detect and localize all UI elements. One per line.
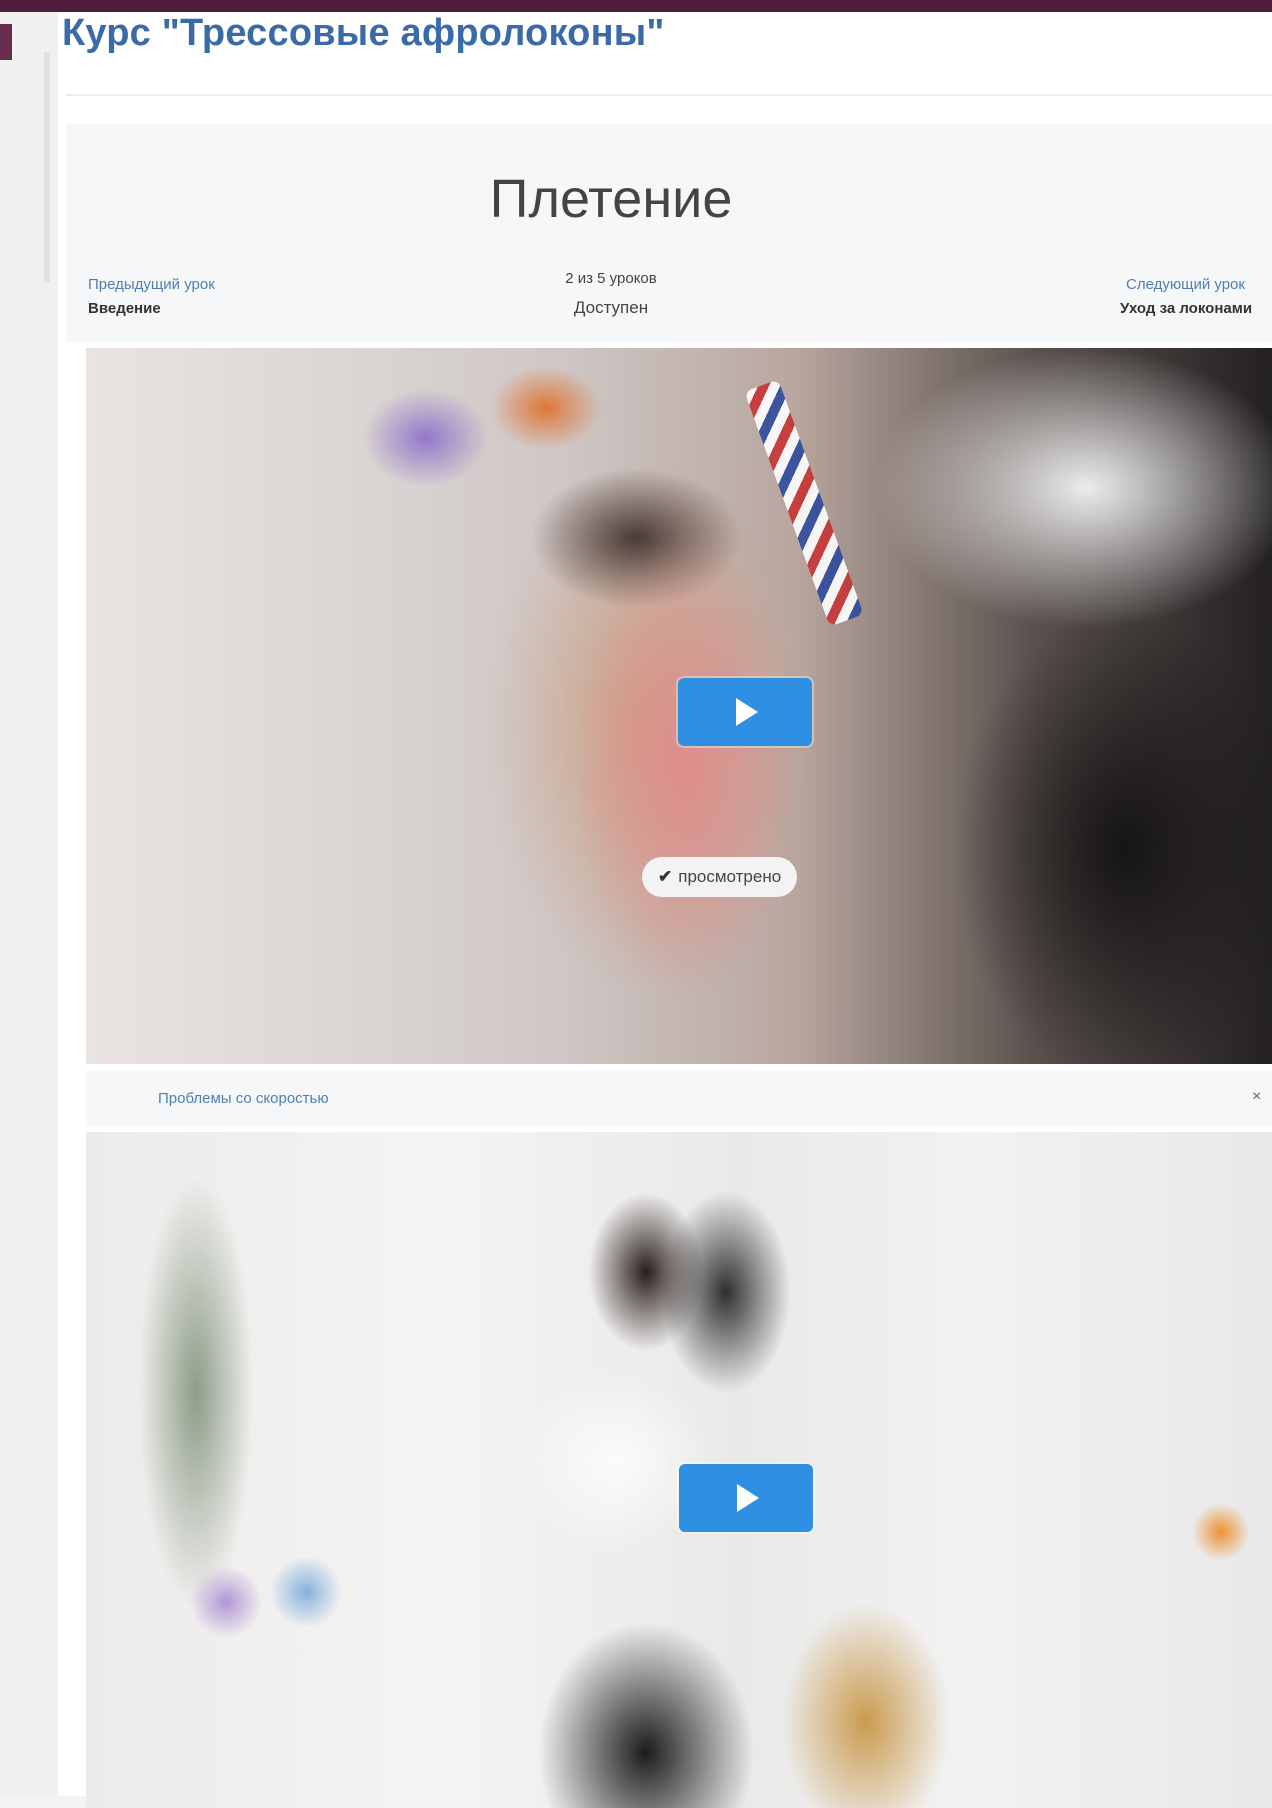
watched-label: просмотрено	[678, 867, 782, 886]
video-player-1[interactable]: ✔ просмотрено	[86, 348, 1272, 1064]
speed-problems-link[interactable]: Проблемы со скоростью	[158, 1090, 329, 1107]
next-lesson-name[interactable]: Уход за локонами	[1120, 300, 1252, 317]
lesson-counter: 2 из 5 уроков	[565, 270, 657, 287]
video-thumbnail-detail	[744, 379, 864, 627]
prev-lesson-link[interactable]: Предыдущий урок	[88, 276, 215, 293]
lesson-header-panel: Плетение Предыдущий урок Введение 2 из 5…	[66, 124, 1272, 342]
left-rail-accent	[0, 24, 12, 60]
play-button-1[interactable]	[678, 678, 812, 746]
lesson-title: Плетение	[489, 169, 733, 229]
play-icon	[737, 1484, 759, 1512]
watched-badge: ✔ просмотрено	[642, 857, 798, 897]
title-divider	[66, 94, 1272, 96]
next-lesson-link[interactable]: Следующий урок	[1126, 276, 1245, 293]
lesson-page: Курс "Трессовые афролоконы" Плетение Пре…	[58, 12, 1272, 1808]
check-icon: ✔	[658, 867, 673, 886]
left-rail-scroll-edge	[44, 52, 50, 282]
course-title: Курс "Трессовые афролоконы"	[62, 12, 665, 54]
prev-lesson-name[interactable]: Введение	[88, 300, 161, 317]
close-icon[interactable]: ×	[1252, 1088, 1261, 1106]
speed-problems-bar: Проблемы со скоростью ×	[86, 1070, 1272, 1126]
play-button-2[interactable]	[679, 1464, 813, 1532]
video-player-2[interactable]	[86, 1132, 1272, 1808]
play-icon	[736, 698, 758, 726]
lesson-status: Доступен	[573, 298, 649, 317]
top-bar	[0, 0, 1272, 12]
left-rail	[0, 12, 58, 1796]
